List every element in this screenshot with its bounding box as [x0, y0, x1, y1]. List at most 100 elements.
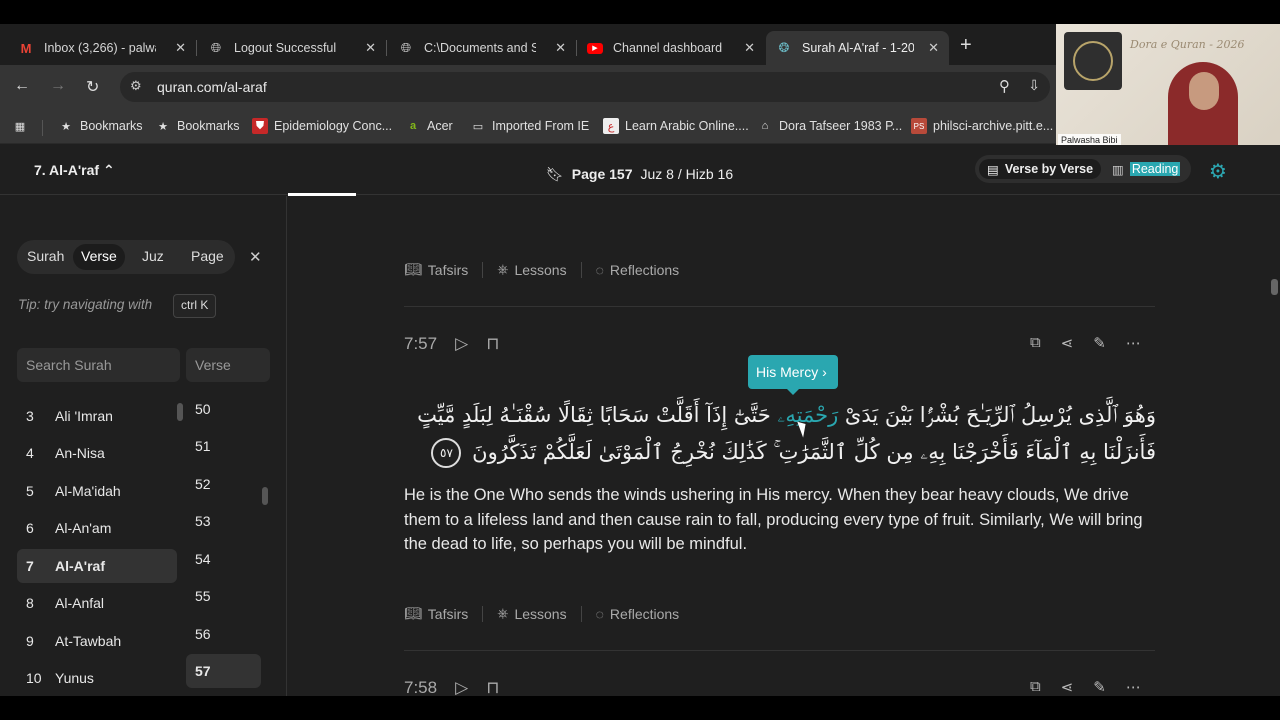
close-tab-icon[interactable]: ✕: [928, 40, 939, 56]
verse-actions-top: 📖︎ Tafsirs ⎈ Lessons ◌ Reflections: [404, 261, 679, 278]
share-icon[interactable]: ⋖: [1061, 678, 1074, 696]
surah-item[interactable]: 3 Ali 'Imran: [17, 399, 177, 433]
verse-item-active[interactable]: 57: [186, 654, 261, 688]
surah-item[interactable]: 9 At-Tawbah: [17, 624, 177, 658]
copy-icon[interactable]: ⧉: [1030, 334, 1041, 352]
mode-reading[interactable]: ▥ Reading: [1112, 159, 1181, 179]
close-tab-icon[interactable]: ✕: [555, 40, 566, 56]
close-tab-icon[interactable]: ✕: [175, 40, 186, 56]
play-icon[interactable]: ▷: [455, 678, 468, 696]
verse-item[interactable]: 50: [186, 392, 261, 426]
close-tab-icon[interactable]: ✕: [744, 40, 755, 56]
verse-key[interactable]: 7:57: [404, 334, 437, 354]
word-tooltip[interactable]: His Mercy ›: [748, 355, 838, 395]
verse-item[interactable]: 55: [186, 579, 261, 613]
reflections-link[interactable]: ◌ Reflections: [596, 262, 680, 278]
back-icon[interactable]: ←: [14, 77, 30, 95]
verse-item[interactable]: 52: [186, 467, 261, 501]
page-scrollbar[interactable]: [1271, 279, 1278, 295]
globe-icon: 🌐︎: [400, 40, 412, 55]
tafsirs-link[interactable]: 📖︎ Tafsirs: [404, 605, 468, 622]
building-icon: ⌂: [761, 120, 769, 132]
tab-juz[interactable]: Juz: [142, 248, 164, 264]
verses-content: 📖︎ Tafsirs ⎈ Lessons ◌ Reflections 7:57 ▷ ⊓…: [288, 196, 1280, 696]
lessons-link[interactable]: ⎈ Lessons: [497, 605, 566, 622]
bookmark-item[interactable]: ▭ Imported From IE: [470, 118, 589, 134]
tab-logout[interactable]: 🌐︎ Logout Successful ✕: [198, 31, 387, 65]
verse-item[interactable]: 53: [186, 504, 261, 538]
chapter-selector[interactable]: 7. Al-A'raf ⌃: [34, 162, 115, 179]
sidebar-tabs: Surah Verse Juz Page: [17, 240, 235, 274]
edit-icon[interactable]: ✎: [1093, 334, 1106, 352]
verse-item[interactable]: 51: [186, 429, 261, 463]
bookmark-item[interactable]: PS philsci-archive.pitt.e...: [911, 118, 1053, 134]
play-icon[interactable]: ▷: [455, 334, 468, 354]
tab-quran[interactable]: ❂ Surah Al-A'raf - 1-206 ✕: [766, 31, 949, 65]
more-icon[interactable]: ⋯: [1126, 334, 1141, 352]
search-surah-input[interactable]: Search Surah: [17, 348, 180, 382]
gear-icon[interactable]: ⚙: [1209, 159, 1227, 184]
surah-item[interactable]: 4 An-Nisa: [17, 436, 177, 470]
bookmark-item[interactable]: ⛊ Epidemiology Conc...: [252, 118, 392, 134]
navigation-sidebar: Surah Verse Juz Page ✕ Tip: try navigati…: [0, 196, 287, 696]
surah-item-active[interactable]: 7 Al-A'raf: [17, 549, 177, 583]
apps-icon[interactable]: ▦: [12, 118, 28, 134]
mode-verse-by-verse[interactable]: ▤ Verse by Verse: [979, 159, 1102, 179]
new-tab-icon[interactable]: +: [960, 34, 972, 57]
reload-icon[interactable]: ↻: [86, 77, 99, 97]
bookmark-item[interactable]: ★ Bookmarks: [155, 118, 239, 134]
bookmark-item[interactable]: a Acer: [405, 118, 453, 134]
reflections-link[interactable]: ◌ Reflections: [596, 606, 680, 622]
address-bar[interactable]: ⚙ quran.com/al-araf ⚲ ⇩: [120, 72, 1050, 102]
tab-youtube[interactable]: ▶ Channel dashboard - Y ✕: [577, 31, 765, 65]
tab-page[interactable]: Page: [191, 248, 224, 264]
verse-tools: ⧉ ⋖ ✎ ⋯: [1030, 334, 1141, 352]
action-divider: [482, 261, 484, 278]
close-tab-icon[interactable]: ✕: [365, 40, 376, 56]
bookmark-icon[interactable]: ⊓: [486, 678, 499, 696]
verse-item[interactable]: 56: [186, 617, 261, 651]
navigation-tip: Tip: try navigating with: [18, 297, 153, 312]
surah-item[interactable]: 8 Al-Anfal: [17, 586, 177, 620]
tab-verse[interactable]: Verse: [73, 244, 125, 270]
divider: [404, 650, 1155, 651]
surah-item[interactable]: 5 Al-Ma'idah: [17, 474, 177, 508]
site-settings-icon[interactable]: ⚙: [130, 78, 142, 94]
presenter-face: [1189, 72, 1219, 110]
surah-list-scrollbar[interactable]: [177, 403, 183, 421]
more-icon[interactable]: ⋯: [1126, 678, 1141, 696]
bookmark-icon[interactable]: 🔖︎: [546, 166, 564, 183]
tab-separator: [196, 40, 197, 56]
verse-item[interactable]: 54: [186, 542, 261, 576]
chat-bubble-icon: ◌: [595, 605, 604, 622]
tab-gmail[interactable]: M Inbox (3,266) - palwas ✕: [8, 31, 197, 65]
bookmark-icon[interactable]: ⊓: [486, 334, 499, 354]
graduation-cap-icon: ⎈: [497, 605, 509, 621]
forward-icon[interactable]: →: [50, 77, 66, 95]
action-divider: [580, 605, 582, 622]
surah-item[interactable]: 6 Al-An'am: [17, 511, 177, 545]
lessons-link[interactable]: ⎈ Lessons: [497, 261, 566, 278]
verse-input[interactable]: Verse: [186, 348, 270, 382]
surah-item[interactable]: 10 Yunus: [17, 661, 177, 695]
install-icon[interactable]: ⇩: [1028, 77, 1040, 94]
webcam-overlay: Dora e Quran - 2026 Palwasha Bibi: [1056, 24, 1280, 149]
copy-icon[interactable]: ⧉: [1030, 678, 1041, 696]
verse-list-scrollbar[interactable]: [262, 487, 268, 505]
bookmark-item[interactable]: ⌂ Dora Tafseer 1983 P...: [757, 118, 903, 134]
bookmark-item[interactable]: ★ Bookmarks: [58, 118, 142, 134]
bookmark-item[interactable]: ع Learn Arabic Online....: [603, 118, 749, 134]
tab-documents[interactable]: 🌐︎ C:\Documents and Set ✕: [388, 31, 577, 65]
tab-separator: [386, 40, 387, 56]
close-icon[interactable]: ✕: [249, 248, 262, 266]
share-icon[interactable]: ⋖: [1061, 334, 1074, 352]
edit-icon[interactable]: ✎: [1093, 678, 1106, 696]
tafsirs-link[interactable]: 📖︎ Tafsirs: [404, 261, 468, 278]
highlighted-word[interactable]: رَحْمَتِهِۦ: [777, 403, 838, 427]
browser-window: M Inbox (3,266) - palwas ✕ 🌐︎ Logout Suc…: [0, 24, 1280, 696]
zoom-icon[interactable]: ⚲: [999, 77, 1010, 95]
chevron-right-icon: ›: [822, 364, 827, 380]
action-divider: [482, 605, 484, 622]
tab-surah[interactable]: Surah: [27, 248, 64, 264]
verse-key[interactable]: 7:58: [404, 678, 437, 696]
